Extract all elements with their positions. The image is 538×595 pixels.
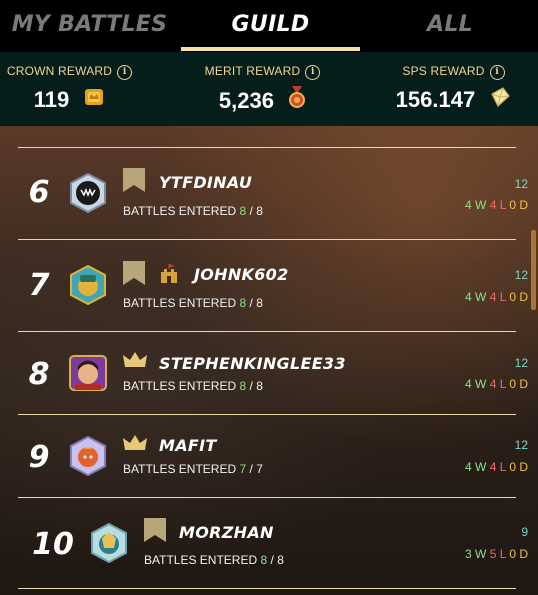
- merit-medal-icon: [288, 86, 306, 116]
- win-loss-draw: 4 W 4 L 0 D: [465, 198, 528, 212]
- info-icon[interactable]: i: [489, 65, 505, 80]
- losses: 4: [489, 460, 497, 474]
- row-divider: [18, 497, 516, 498]
- wins: 4: [465, 198, 472, 212]
- crown-token-icon: [83, 86, 105, 114]
- win-loss-draw: 4 W 4 L 0 D: [465, 377, 528, 391]
- wins: 3: [465, 547, 472, 561]
- battles-label: BATTLES ENTERED: [123, 462, 237, 476]
- losses: 4: [489, 290, 497, 304]
- bookmark-icon: [123, 168, 145, 196]
- draws: 0: [509, 547, 516, 561]
- battles-label: BATTLES ENTERED: [123, 379, 237, 393]
- player-avatar: [67, 352, 109, 394]
- crown-reward-label: CROWN REWARD: [6, 64, 113, 78]
- battles-entered-count: 8: [239, 379, 247, 393]
- row-divider: [18, 414, 516, 415]
- merit-reward-value: 5,236: [218, 88, 274, 113]
- tab-all[interactable]: ALL: [362, 0, 538, 52]
- info-icon[interactable]: i: [305, 65, 321, 80]
- wins: 4: [465, 460, 472, 474]
- battles-label: BATTLES ENTERED: [144, 553, 258, 567]
- wins: 4: [465, 290, 472, 304]
- tab-guild[interactable]: GUILD: [181, 0, 360, 52]
- crown-reward-value: 119: [33, 87, 70, 113]
- merit-reward: MERIT REWARD i 5,236: [173, 64, 352, 116]
- player-avatar: [67, 264, 109, 306]
- battles-total: 8: [277, 553, 284, 567]
- battles-entered: BATTLES ENTERED 8 / 8: [123, 204, 263, 218]
- draws: 0: [509, 290, 516, 304]
- merit-reward-label: MERIT REWARD: [204, 64, 301, 78]
- battles-label: BATTLES ENTERED: [123, 296, 237, 310]
- battles-entered-count: 8: [239, 204, 247, 218]
- player-rank: 8: [28, 357, 50, 392]
- draws: 0: [509, 460, 516, 474]
- battles-entered-count: 8: [260, 553, 268, 567]
- rewards-bar: CROWN REWARD i 119 MERIT REWARD i 5,236 SP…: [0, 52, 538, 126]
- player-avatar: [88, 522, 130, 564]
- player-score: 12: [514, 177, 528, 191]
- crown-icon: [123, 352, 147, 372]
- battles-entered-count: 7: [239, 462, 247, 476]
- player-avatar: [67, 435, 109, 477]
- player-rank: 10: [32, 527, 74, 562]
- sps-reward: SPS REWARD i 156.147: [364, 64, 538, 114]
- player-rank: 6: [28, 175, 50, 210]
- player-score: 12: [514, 268, 528, 282]
- scrollbar[interactable]: [531, 230, 536, 310]
- player-rank: 7: [28, 268, 50, 303]
- win-loss-draw: 3 W 5 L 0 D: [465, 547, 528, 561]
- top-divider: [18, 147, 516, 148]
- crown-icon: [123, 435, 147, 455]
- sps-reward-value: 156.147: [395, 87, 476, 113]
- wins: 4: [465, 377, 472, 391]
- player-name[interactable]: JOHNK602: [194, 265, 289, 284]
- player-score: 12: [514, 438, 528, 452]
- player-score: 12: [514, 356, 528, 370]
- sps-reward-label: SPS REWARD: [402, 64, 485, 78]
- bookmark-icon: [123, 261, 145, 289]
- crown-reward: CROWN REWARD i 119: [0, 64, 159, 114]
- sps-crystal-icon: [489, 86, 511, 114]
- battles-total: 8: [256, 296, 263, 310]
- bookmark-icon: [144, 518, 166, 546]
- losses: 4: [489, 198, 497, 212]
- row-divider: [18, 588, 516, 589]
- player-score: 9: [521, 525, 528, 539]
- draws: 0: [509, 377, 516, 391]
- battles-total: 8: [256, 379, 263, 393]
- info-icon[interactable]: i: [117, 65, 133, 80]
- battles-entered: BATTLES ENTERED 8 / 8: [123, 379, 263, 393]
- battles-entered: BATTLES ENTERED 7 / 7: [123, 462, 263, 476]
- losses: 5: [489, 547, 497, 561]
- castle-icon: [158, 263, 180, 288]
- player-name[interactable]: MORZHAN: [179, 523, 274, 542]
- battles-entered: BATTLES ENTERED 8 / 8: [144, 553, 284, 567]
- win-loss-draw: 4 W 4 L 0 D: [465, 290, 528, 304]
- tab-bar: MY BATTLES GUILD ALL: [0, 0, 538, 52]
- battles-label: BATTLES ENTERED: [123, 204, 237, 218]
- active-tab-indicator: [181, 47, 360, 51]
- player-name[interactable]: STEPHENKINGLEE33: [159, 354, 346, 373]
- row-divider: [18, 239, 516, 240]
- battles-entered: BATTLES ENTERED 8 / 8: [123, 296, 263, 310]
- battles-total: 8: [256, 204, 263, 218]
- player-name[interactable]: YTFDINAU: [159, 173, 252, 192]
- battles-total: 7: [256, 462, 263, 476]
- tab-my-battles[interactable]: MY BATTLES: [0, 0, 179, 52]
- draws: 0: [509, 198, 516, 212]
- player-rank: 9: [28, 440, 50, 475]
- win-loss-draw: 4 W 4 L 0 D: [465, 460, 528, 474]
- player-name[interactable]: MAFIT: [159, 436, 217, 455]
- battles-entered-count: 8: [239, 296, 247, 310]
- losses: 4: [489, 377, 497, 391]
- row-divider: [18, 331, 516, 332]
- player-avatar: [67, 172, 109, 214]
